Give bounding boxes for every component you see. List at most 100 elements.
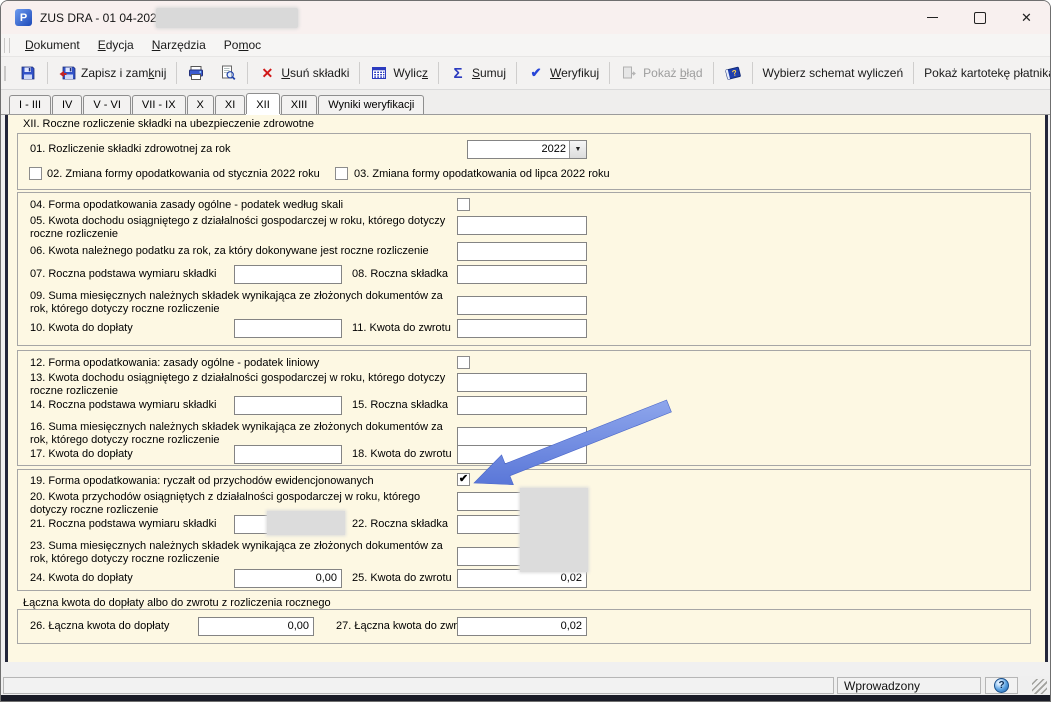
minimize-button[interactable]: [909, 1, 956, 34]
menu-dokument[interactable]: Dokument: [16, 36, 89, 54]
window-frame-strip: [1, 695, 1050, 702]
field-05-label: 05. Kwota dochodu osiągniętego z działal…: [30, 215, 458, 241]
field-23-label: 23. Suma miesięcznych należnych składek …: [30, 540, 458, 566]
field-05-input[interactable]: [457, 216, 587, 235]
field-15-label: 15. Roczna składka: [352, 399, 448, 412]
field-09-input[interactable]: [457, 296, 587, 315]
field-07-label: 07. Roczna podstawa wymiaru składki: [30, 268, 216, 281]
field-14-input[interactable]: [234, 396, 342, 415]
tab-iv[interactable]: IV: [52, 95, 82, 114]
dropdown-button[interactable]: ▼: [569, 141, 586, 158]
toolbar-separator: [713, 62, 714, 84]
toolbar-gripper[interactable]: [4, 66, 6, 81]
field-26-label: 26. Łączna kwota do dopłaty: [30, 620, 169, 633]
field-15-input[interactable]: [457, 396, 587, 415]
checkmark-icon: ✔: [527, 65, 545, 81]
field-24-input[interactable]: 0,00: [234, 569, 342, 588]
choose-calculation-scheme-button[interactable]: Wybierz schemat wyliczeń: [756, 60, 911, 86]
field-09-label: 09. Suma miesięcznych należnych składek …: [30, 290, 458, 316]
field-04-checkbox[interactable]: [457, 198, 470, 211]
field-19-checkbox[interactable]: ✔: [457, 473, 470, 486]
field-07-input[interactable]: [234, 265, 342, 284]
window-controls: ✕: [909, 1, 1050, 34]
help-icon[interactable]: ?: [994, 678, 1009, 693]
window-title: ZUS DRA - 01 04-2023 -: [40, 11, 171, 25]
field-16-label: 16. Suma miesięcznych należnych składek …: [30, 421, 458, 447]
minimize-icon: [927, 17, 938, 18]
delete-contributions-button[interactable]: ✕ Usuń składki: [251, 60, 356, 86]
sum-button[interactable]: Σ Sumuj: [442, 60, 513, 86]
show-error-button: Pokaż błąd: [613, 60, 709, 86]
field-08-input[interactable]: [457, 265, 587, 284]
tab-i-iii[interactable]: I - III: [9, 95, 51, 114]
field-17-label: 17. Kwota do dopłaty: [30, 448, 133, 461]
field-03-checkbox[interactable]: [335, 167, 348, 180]
field-17-input[interactable]: [234, 445, 342, 464]
calculate-label: Wylicz: [393, 66, 428, 80]
maximize-button[interactable]: [956, 1, 1003, 34]
field-18-input[interactable]: [457, 445, 587, 464]
tab-vii-ix[interactable]: VII - IX: [132, 95, 186, 114]
toolbar-gripper[interactable]: [4, 38, 10, 53]
field-11-input[interactable]: [457, 319, 587, 338]
field-13-input[interactable]: [457, 373, 587, 392]
tab-v-vi[interactable]: V - VI: [83, 95, 131, 114]
menu-edycja[interactable]: Edycja: [89, 36, 143, 54]
status-bar: Wprowadzony ?: [1, 676, 1050, 695]
redaction-blur: [156, 8, 298, 28]
field-22-label: 22. Roczna składka: [352, 518, 448, 531]
tab-wyniki-weryfikacji[interactable]: Wyniki weryfikacji: [318, 95, 424, 114]
close-button[interactable]: ✕: [1003, 1, 1050, 34]
redaction-blur: [267, 511, 345, 535]
toolbar-separator: [438, 62, 439, 84]
save-and-close-button[interactable]: Zapisz i zamknij: [51, 60, 173, 86]
save-button[interactable]: [12, 60, 44, 86]
field-02-checkbox[interactable]: [29, 167, 42, 180]
field-10-label: 10. Kwota do dopłaty: [30, 322, 133, 335]
group-settlement-year: 01. Rozliczenie składki zdrowotnej za ro…: [17, 133, 1031, 190]
show-payer-card-button[interactable]: Pokaż kartotekę płatnika: [917, 60, 1051, 86]
print-preview-icon: [219, 65, 237, 81]
titlebar: P ZUS DRA - 01 04-2023 - ✕: [1, 1, 1050, 34]
field-08-label: 08. Roczna składka: [352, 268, 448, 281]
field-01-year-select[interactable]: 2022 ▼: [467, 140, 587, 159]
verify-button[interactable]: ✔ Weryfikuj: [520, 60, 606, 86]
sum-label: Sumuj: [472, 66, 506, 80]
form-area: XII. Roczne rozliczenie składki na ubezp…: [1, 114, 1050, 676]
toolbar-separator: [913, 62, 914, 84]
field-10-input[interactable]: [234, 319, 342, 338]
print-preview-button[interactable]: [212, 60, 244, 86]
maximize-icon: [974, 12, 986, 24]
field-27-label: 27. Łączna kwota do zwrotu: [336, 620, 472, 633]
calculate-button[interactable]: Wylicz: [363, 60, 435, 86]
field-26-input[interactable]: 0,00: [198, 617, 314, 636]
menu-pomoc[interactable]: Pomoc: [215, 36, 270, 54]
choose-calculation-scheme-label: Wybierz schemat wyliczeń: [763, 66, 904, 80]
field-25-label: 25. Kwota do zwrotu: [352, 572, 452, 585]
resize-grip[interactable]: [1032, 679, 1047, 694]
field-06-input[interactable]: [457, 242, 587, 261]
save-close-label: Zapisz i zamknij: [81, 66, 166, 80]
field-24-label: 24. Kwota do dopłaty: [30, 572, 133, 585]
field-27-input[interactable]: 0,02: [457, 617, 587, 636]
delete-contributions-label: Usuń składki: [281, 66, 349, 80]
print-button[interactable]: [180, 60, 212, 86]
tab-x[interactable]: X: [187, 95, 214, 114]
group-summary: 26. Łączna kwota do dopłaty 0,00 27. Łąc…: [17, 609, 1031, 644]
tab-xiii[interactable]: XIII: [281, 95, 318, 114]
tab-xi[interactable]: XI: [215, 95, 245, 114]
menu-narzedzia[interactable]: Narzędzia: [143, 36, 215, 54]
toolbar-separator: [516, 62, 517, 84]
field-03-label: 03. Zmiana formy opodatkowania od lipca …: [354, 168, 610, 181]
tab-xii[interactable]: XII: [246, 93, 279, 114]
field-12-checkbox[interactable]: [457, 356, 470, 369]
chevron-down-icon: ▼: [575, 146, 582, 153]
status-panel-main: [3, 677, 834, 694]
field-01-year-value: 2022: [468, 141, 569, 158]
toolbar-separator: [609, 62, 610, 84]
field-12-label: 12. Forma opodatkowania: zasady ogólne -…: [30, 357, 319, 370]
help-book-button[interactable]: ?: [717, 60, 749, 86]
redaction-blur: [520, 488, 588, 572]
show-payer-card-label: Pokaż kartotekę płatnika: [924, 66, 1051, 80]
field-16-input[interactable]: [457, 427, 587, 446]
